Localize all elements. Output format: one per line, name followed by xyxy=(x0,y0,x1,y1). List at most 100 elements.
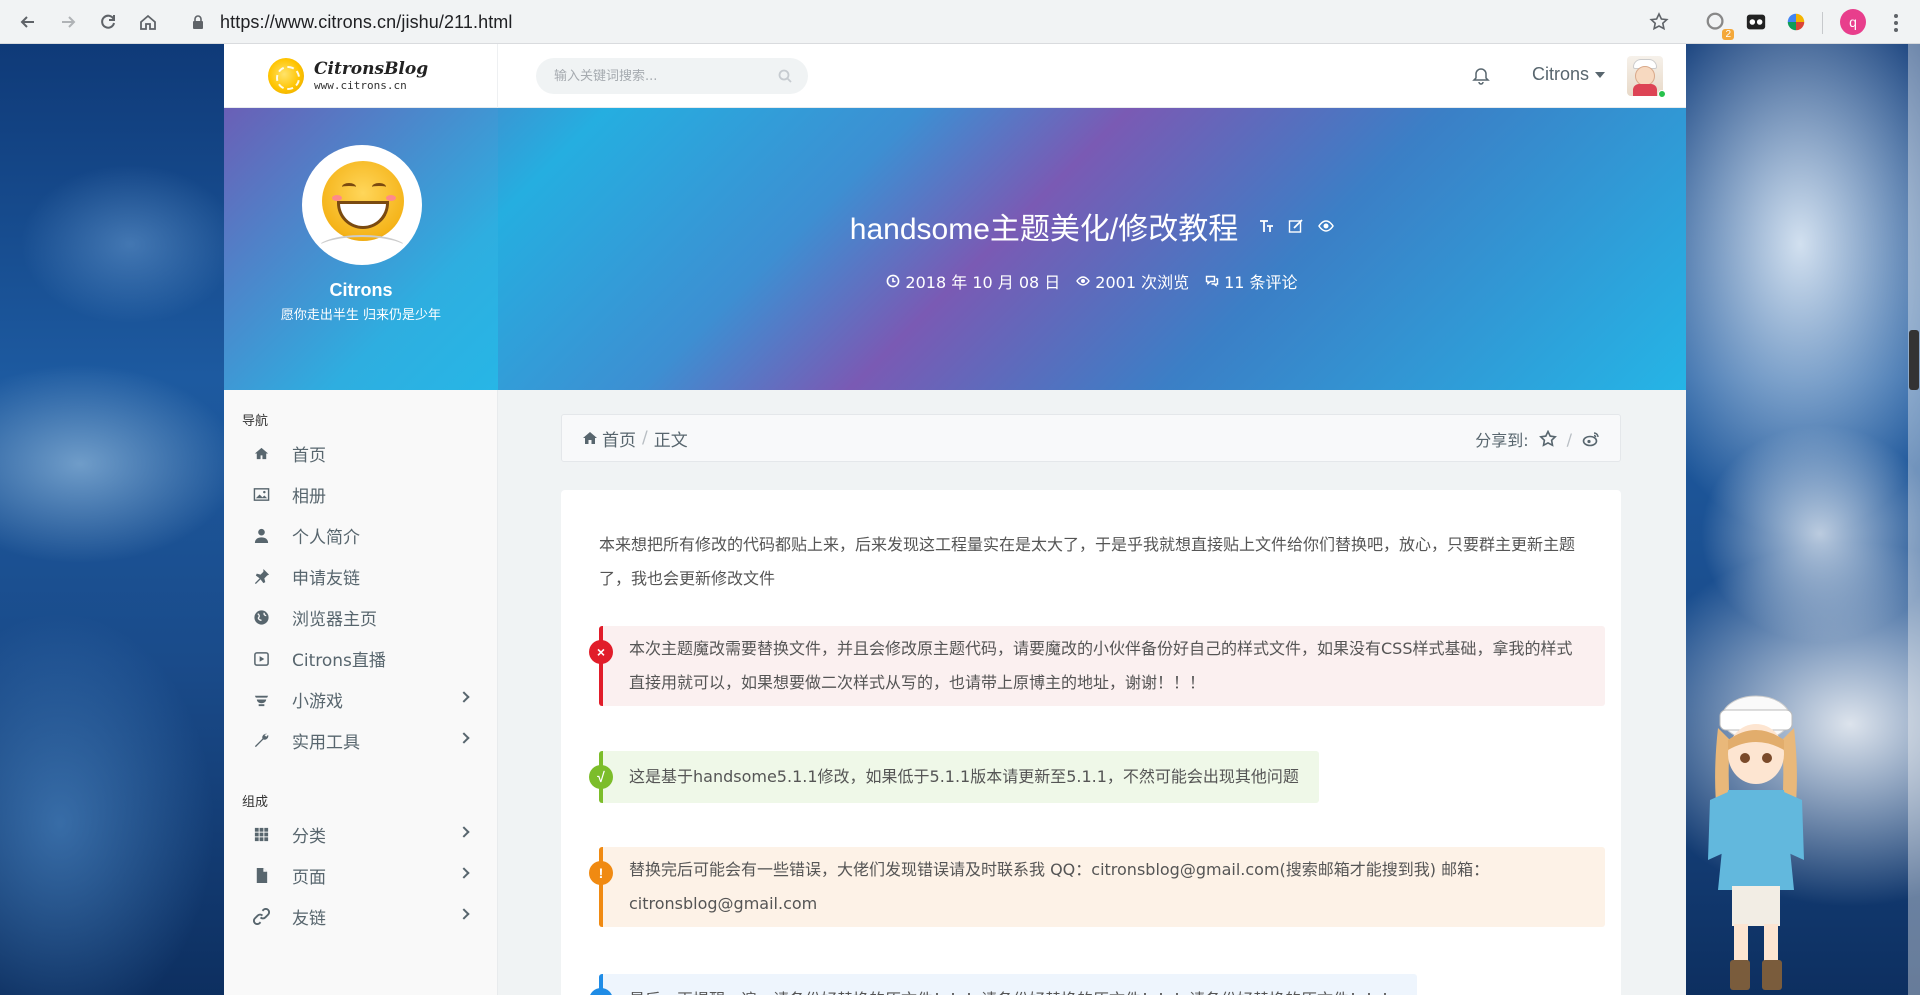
post-views: 2001 次浏览 xyxy=(1076,269,1189,293)
chevron-right-icon xyxy=(458,908,470,920)
site-brand[interactable]: CitronsBlog www.citrons.cn xyxy=(224,44,498,108)
close-circle-icon: × xyxy=(589,640,613,664)
font-size-icon[interactable] xyxy=(1258,218,1274,234)
anime-mascot-image xyxy=(1708,695,1804,990)
sidebar-item-links[interactable]: 友链 xyxy=(224,896,498,937)
user-menu-toggle[interactable]: Citrons xyxy=(1532,64,1606,85)
sidebar-item-label: 首页 xyxy=(292,446,326,466)
sidebar-item-label: 友链 xyxy=(292,909,326,929)
game-icon xyxy=(252,691,270,709)
grid-icon xyxy=(252,826,270,844)
check-circle-icon: √ xyxy=(589,765,613,789)
brand-text: CitronsBlog www.citrons.cn xyxy=(314,59,428,93)
tip-error: × 本次主题魔改需要替换文件，并且会修改原主题代码，请要魔改的小伙伴备份好自己的… xyxy=(589,626,1605,706)
breadcrumb-separator: / xyxy=(642,428,648,448)
components-heading: 组成 xyxy=(242,795,269,810)
address-bar[interactable]: https://www.citrons.cn/jishu/211.html xyxy=(176,4,1683,40)
home-outline-icon xyxy=(140,14,156,30)
extension-badge: 2 xyxy=(1722,29,1734,40)
profile-card: Citrons 愿你走出半生 归来仍是少年 xyxy=(224,108,498,390)
bookmark-star-icon[interactable] xyxy=(1649,12,1669,32)
post-header-banner: Citrons 愿你走出半生 归来仍是少年 handsome主题美化/修改教程 … xyxy=(224,108,1686,390)
user-icon xyxy=(252,527,270,545)
search-icon[interactable] xyxy=(778,69,792,83)
browser-menu-button[interactable] xyxy=(1886,12,1906,34)
breadcrumb-current: 正文 xyxy=(653,430,688,451)
lock-icon xyxy=(193,15,203,29)
sidebar-item-about[interactable]: 个人简介 xyxy=(224,515,498,556)
reload-button[interactable] xyxy=(88,2,128,42)
brand-domain: www.citrons.cn xyxy=(314,79,407,92)
sidebar-item-label: 页面 xyxy=(292,868,326,888)
extension-pinwheel[interactable] xyxy=(1784,10,1808,34)
file-icon xyxy=(252,867,270,885)
tip-success-text: 这是基于handsome5.1.1修改，如果低于5.1.1版本请更新至5.1.1… xyxy=(629,767,1299,786)
post-title-row: handsome主题美化/修改教程 xyxy=(498,204,1686,248)
post-date: 2018 年 10 月 08 日 xyxy=(886,269,1060,293)
back-button[interactable] xyxy=(8,2,48,42)
share-label: 分享到: xyxy=(1475,431,1529,450)
sidebar-item-categories[interactable]: 分类 xyxy=(224,814,498,855)
tip-info: i 最后，再提醒一遍：请备份好替换的原文件！！！请备份好替换的原文件！！！请备份… xyxy=(589,974,1418,995)
reload-icon xyxy=(101,14,115,29)
sidebar-item-friendlink-apply[interactable]: 申请友链 xyxy=(224,556,498,597)
home-button[interactable] xyxy=(128,2,168,42)
post-tools xyxy=(1258,218,1335,234)
eye-icon[interactable] xyxy=(1318,218,1335,234)
sidebar-item-label: 实用工具 xyxy=(292,733,360,753)
weibo-icon[interactable] xyxy=(1582,430,1600,448)
sidebar-item-games[interactable]: 小游戏 xyxy=(224,679,498,720)
post-title: handsome主题美化/修改教程 xyxy=(849,213,1239,246)
arrow-left-icon xyxy=(20,15,34,28)
sidebar-item-pages[interactable]: 页面 xyxy=(224,855,498,896)
pin-icon xyxy=(252,568,270,586)
sidebar-nav: 导航 首页 相册 个人简介 申请友链 浏览器主页 Citrons直播 小游戏 实… xyxy=(224,390,498,995)
search-input[interactable] xyxy=(554,68,754,84)
image-icon xyxy=(252,486,270,504)
post-date-text: 2018 年 10 月 08 日 xyxy=(905,273,1061,292)
breadcrumb-home[interactable]: 首页 xyxy=(602,426,636,451)
profile-avatar-button[interactable]: q xyxy=(1840,9,1866,35)
play-icon xyxy=(252,650,270,668)
url-text: https://www.citrons.cn/jishu/211.html xyxy=(220,12,513,33)
sidebar-item-tools[interactable]: 实用工具 xyxy=(224,720,498,761)
sidebar-item-label: 浏览器主页 xyxy=(292,610,377,630)
home-icon xyxy=(583,432,597,444)
profile-motto: 愿你走出半生 归来仍是少年 xyxy=(280,308,442,323)
forward-button[interactable] xyxy=(48,2,88,42)
profile-avatar[interactable] xyxy=(302,145,422,265)
post-title-area: handsome主题美化/修改教程 2018 年 10 月 08 日 2001 … xyxy=(498,108,1686,390)
blog-site: CitronsBlog www.citrons.cn Citrons Citro… xyxy=(224,44,1686,995)
toolbar-divider xyxy=(1822,12,1823,34)
sidebar-item-album[interactable]: 相册 xyxy=(224,474,498,515)
globe-icon xyxy=(252,609,270,627)
comments-icon xyxy=(1205,275,1219,287)
sidebar-item-home[interactable]: 首页 xyxy=(224,433,498,474)
extension-glasses[interactable] xyxy=(1744,10,1768,34)
user-avatar[interactable] xyxy=(1627,56,1663,96)
chevron-right-icon xyxy=(458,691,470,703)
extension-translate[interactable]: 2 xyxy=(1704,10,1734,40)
post-meta: 2018 年 10 月 08 日 2001 次浏览 11 条评论 xyxy=(498,269,1686,293)
tip-warning-text: 替换完后可能会有一些错误，大佬们发现错误请及时联系我 QQ：citronsblo… xyxy=(629,860,1490,913)
page-scrollbar-track[interactable] xyxy=(1908,44,1920,995)
sidebar-item-live[interactable]: Citrons直播 xyxy=(224,638,498,679)
lemon-logo-icon xyxy=(268,58,304,94)
sidebar-item-browser-home[interactable]: 浏览器主页 xyxy=(224,597,498,638)
tip-success: √ 这是基于handsome5.1.1修改，如果低于5.1.1版本请更新至5.1… xyxy=(589,751,1319,803)
share-bar: 分享到: / xyxy=(1475,427,1600,451)
star-share-icon[interactable] xyxy=(1538,430,1557,448)
notification-bell-icon[interactable] xyxy=(1471,66,1491,86)
info-circle-icon: i xyxy=(589,988,613,995)
post-comments[interactable]: 11 条评论 xyxy=(1205,269,1298,293)
page-scrollbar-thumb[interactable] xyxy=(1909,330,1919,390)
chevron-right-icon xyxy=(458,867,470,879)
post-comments-text: 11 条评论 xyxy=(1224,273,1298,292)
sidebar-item-label: Citrons直播 xyxy=(292,651,386,671)
post-views-text: 2001 次浏览 xyxy=(1095,273,1190,292)
glasses-ext-icon xyxy=(1746,14,1766,30)
eye-icon xyxy=(1076,276,1091,286)
edit-icon[interactable] xyxy=(1288,218,1304,234)
site-search xyxy=(536,58,808,94)
sidebar-item-label: 相册 xyxy=(292,487,326,507)
